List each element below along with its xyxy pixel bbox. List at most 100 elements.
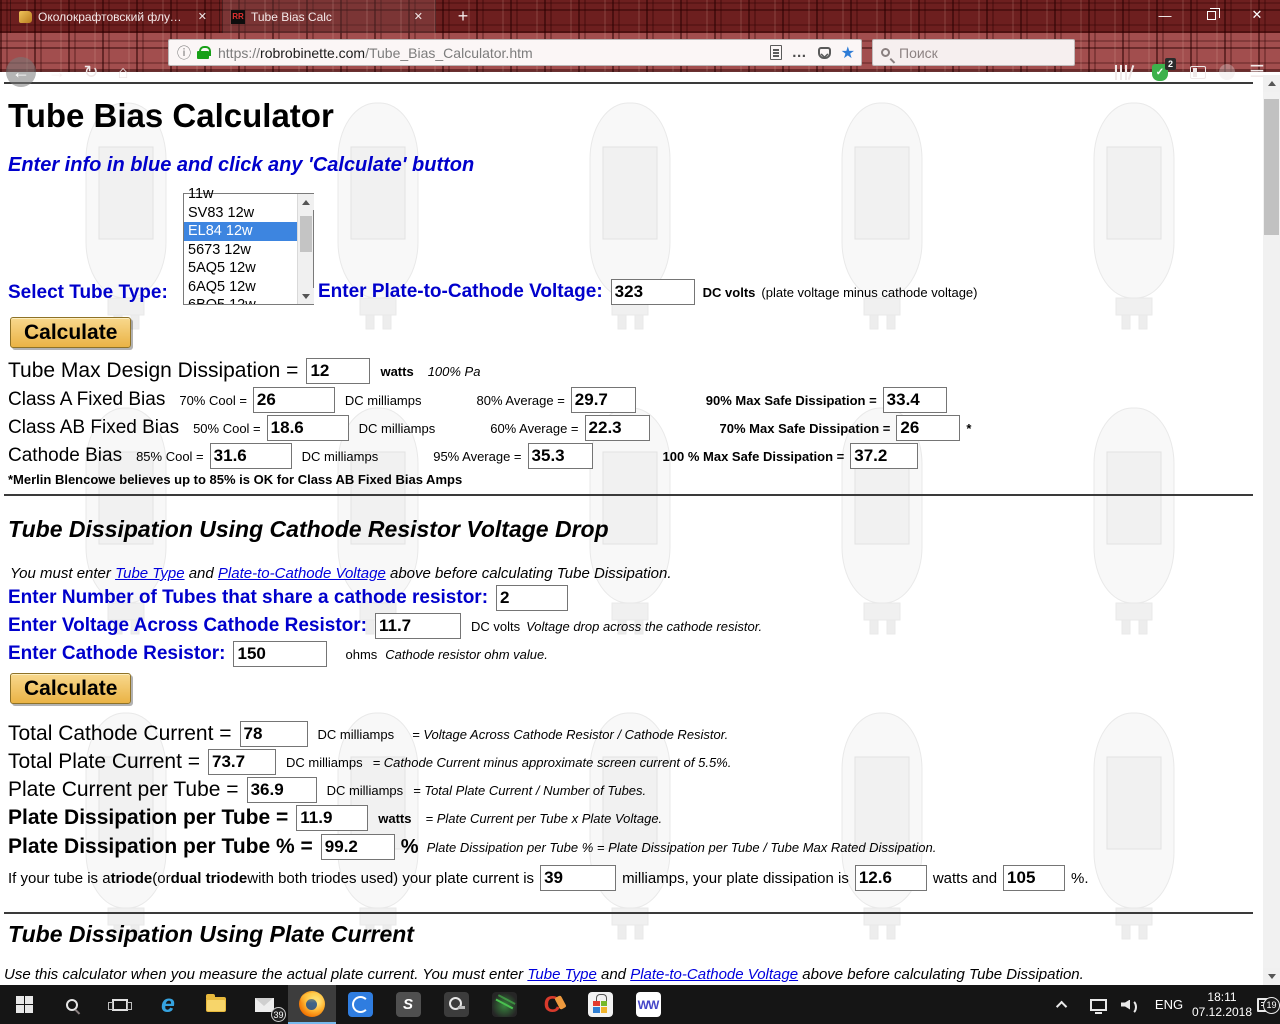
store-button[interactable] — [576, 985, 624, 1024]
listbox-scroll-thumb[interactable] — [300, 216, 312, 252]
forward-button[interactable]: → — [42, 57, 72, 87]
back-button[interactable]: ← — [6, 57, 36, 87]
tab1-title: Околокрафтовский флуд - ... — [38, 10, 186, 24]
tube-option[interactable]: SV83 12w — [184, 204, 297, 223]
ccleaner-icon: C — [540, 992, 565, 1017]
total-cathode-current-input[interactable] — [240, 721, 308, 747]
mail-button[interactable]: 39 — [240, 985, 288, 1024]
language-indicator[interactable]: ENG — [1148, 985, 1190, 1024]
page-scroll-thumb[interactable] — [1264, 99, 1279, 235]
edge-button[interactable]: e — [144, 985, 192, 1024]
plate-dissipation-percent-input[interactable] — [321, 834, 395, 860]
sidebar-button[interactable] — [1183, 57, 1213, 87]
tube-option-selected[interactable]: EL84 12w — [184, 222, 297, 241]
bookmark-star-icon[interactable]: ★ — [841, 43, 855, 63]
refresh-button[interactable]: ↻ — [76, 57, 106, 87]
class-ab-cool-input[interactable] — [267, 415, 349, 441]
minimize-button[interactable]: — — [1142, 0, 1188, 30]
file-explorer-button[interactable] — [192, 985, 240, 1024]
max-dissipation-input[interactable] — [306, 358, 370, 384]
windows-taskbar: e 39 S C WW ENG 18:11 07.12.2018 19 — [0, 985, 1280, 1024]
listbox-scrollbar[interactable] — [297, 194, 313, 304]
close-window-button[interactable]: ✕ — [1234, 0, 1280, 30]
max-dissipation-unit: watts — [380, 364, 413, 379]
tab1-close-icon[interactable]: ✕ — [194, 8, 211, 25]
tray-expand-button[interactable] — [1050, 985, 1076, 1024]
page-info-icon[interactable]: ⓘ — [177, 43, 191, 63]
calculate-button-2[interactable]: Calculate — [10, 673, 131, 704]
restore-button[interactable] — [1188, 0, 1234, 30]
adblock-button[interactable]: ✓2 — [1145, 57, 1175, 87]
volume-tray-button[interactable] — [1116, 985, 1144, 1024]
plate-voltage-input[interactable] — [611, 279, 695, 305]
plate-voltage-link[interactable]: Plate-to-Cathode Voltage — [630, 966, 798, 983]
class-ab-avg-input[interactable] — [585, 415, 650, 441]
audio-app-button[interactable]: S — [384, 985, 432, 1024]
class-ab-max-input[interactable] — [896, 415, 960, 441]
tube-type-link[interactable]: Tube Type — [527, 966, 596, 983]
https-lock-icon[interactable] — [197, 46, 209, 59]
tube-option[interactable]: 6AQ5 12w — [184, 278, 297, 297]
tab2-close-icon[interactable]: ✕ — [410, 8, 427, 25]
tube-option[interactable]: 6BQ5 12w — [184, 296, 297, 304]
class-a-max-input[interactable] — [883, 387, 947, 413]
page-scrollbar[interactable] — [1263, 75, 1280, 985]
tube-option[interactable]: 5673 12w — [184, 241, 297, 260]
calculate-button-1[interactable]: Calculate — [10, 317, 131, 348]
ccleaner-button[interactable]: C — [528, 985, 576, 1024]
triode-plate-current-input[interactable] — [540, 865, 616, 891]
new-tab-button[interactable]: + — [448, 2, 478, 31]
page-content: Tube Bias Calculator Enter info in blue … — [0, 75, 1263, 985]
shield-icon: ✓2 — [1152, 64, 1168, 81]
class-a-avg-input[interactable] — [571, 387, 636, 413]
voltage-across-unit: DC volts — [471, 619, 520, 634]
home-button[interactable]: ⌂ — [108, 57, 138, 87]
action-center-button[interactable]: 19 — [1252, 985, 1280, 1024]
listbox-scroll-up-icon[interactable] — [298, 194, 314, 210]
menu-button[interactable]: ☰ — [1242, 57, 1272, 87]
plate-current-per-tube-input[interactable] — [247, 777, 317, 803]
extension-button[interactable] — [1212, 57, 1242, 87]
tube-option[interactable]: 11w — [184, 185, 297, 204]
plate-dissipation-per-tube-input[interactable] — [296, 805, 368, 831]
cathode-cool-input[interactable] — [210, 443, 292, 469]
reader-mode-icon[interactable] — [770, 45, 782, 60]
result-unit: DC milliamps — [286, 755, 363, 770]
tubes-share-input[interactable] — [496, 585, 568, 611]
plate-dissipation-percent-row: Plate Dissipation per Tube % = % Plate D… — [8, 833, 936, 861]
network-tray-button[interactable] — [1084, 985, 1112, 1024]
task-view-button[interactable] — [96, 985, 144, 1024]
tube-type-listbox[interactable]: 11w SV83 12w EL84 12w 5673 12w 5AQ5 12w … — [183, 193, 314, 305]
page-scroll-down-icon[interactable] — [1263, 968, 1280, 985]
clock[interactable]: 18:11 07.12.2018 — [1192, 985, 1252, 1024]
pocket-icon[interactable] — [818, 47, 831, 59]
class-a-cool-input[interactable] — [253, 387, 335, 413]
plate-voltage-link[interactable]: Plate-to-Cathode Voltage — [218, 565, 386, 582]
cathode-resistor-input[interactable] — [233, 641, 327, 667]
cathode-max-input[interactable] — [850, 443, 918, 469]
page-actions-icon[interactable]: … — [792, 44, 808, 61]
wave-app-button[interactable]: WW — [624, 985, 672, 1024]
firefox-button-active[interactable] — [288, 985, 336, 1024]
triode-percent-input[interactable] — [1003, 865, 1065, 891]
firefox-icon — [299, 991, 325, 1017]
start-button[interactable] — [0, 985, 48, 1024]
browser-tab-2-active[interactable]: RR Tube Bias Calc ✕ — [222, 0, 436, 33]
store-icon — [588, 992, 613, 1017]
triode-text-bold: dual triode — [171, 870, 248, 887]
hardware-tool-button[interactable] — [432, 985, 480, 1024]
tube-option[interactable]: 5AQ5 12w — [184, 259, 297, 278]
analyzer-app-button[interactable] — [480, 985, 528, 1024]
triode-dissipation-input[interactable] — [855, 865, 927, 891]
search-bar[interactable]: Поиск — [872, 39, 1075, 66]
url-bar[interactable]: ⓘ https://robrobinette.com/Tube_Bias_Cal… — [168, 39, 862, 66]
tube-type-link[interactable]: Tube Type — [115, 565, 184, 582]
total-plate-current-input[interactable] — [208, 749, 276, 775]
cathode-avg-input[interactable] — [528, 443, 593, 469]
share-app-button[interactable] — [336, 985, 384, 1024]
taskbar-search-button[interactable] — [48, 985, 96, 1024]
listbox-scroll-down-icon[interactable] — [298, 288, 314, 304]
voltage-across-input[interactable] — [375, 613, 461, 639]
browser-tab-1[interactable]: Околокрафтовский флуд - ... ✕ — [10, 0, 220, 33]
library-button[interactable] — [1108, 57, 1138, 87]
